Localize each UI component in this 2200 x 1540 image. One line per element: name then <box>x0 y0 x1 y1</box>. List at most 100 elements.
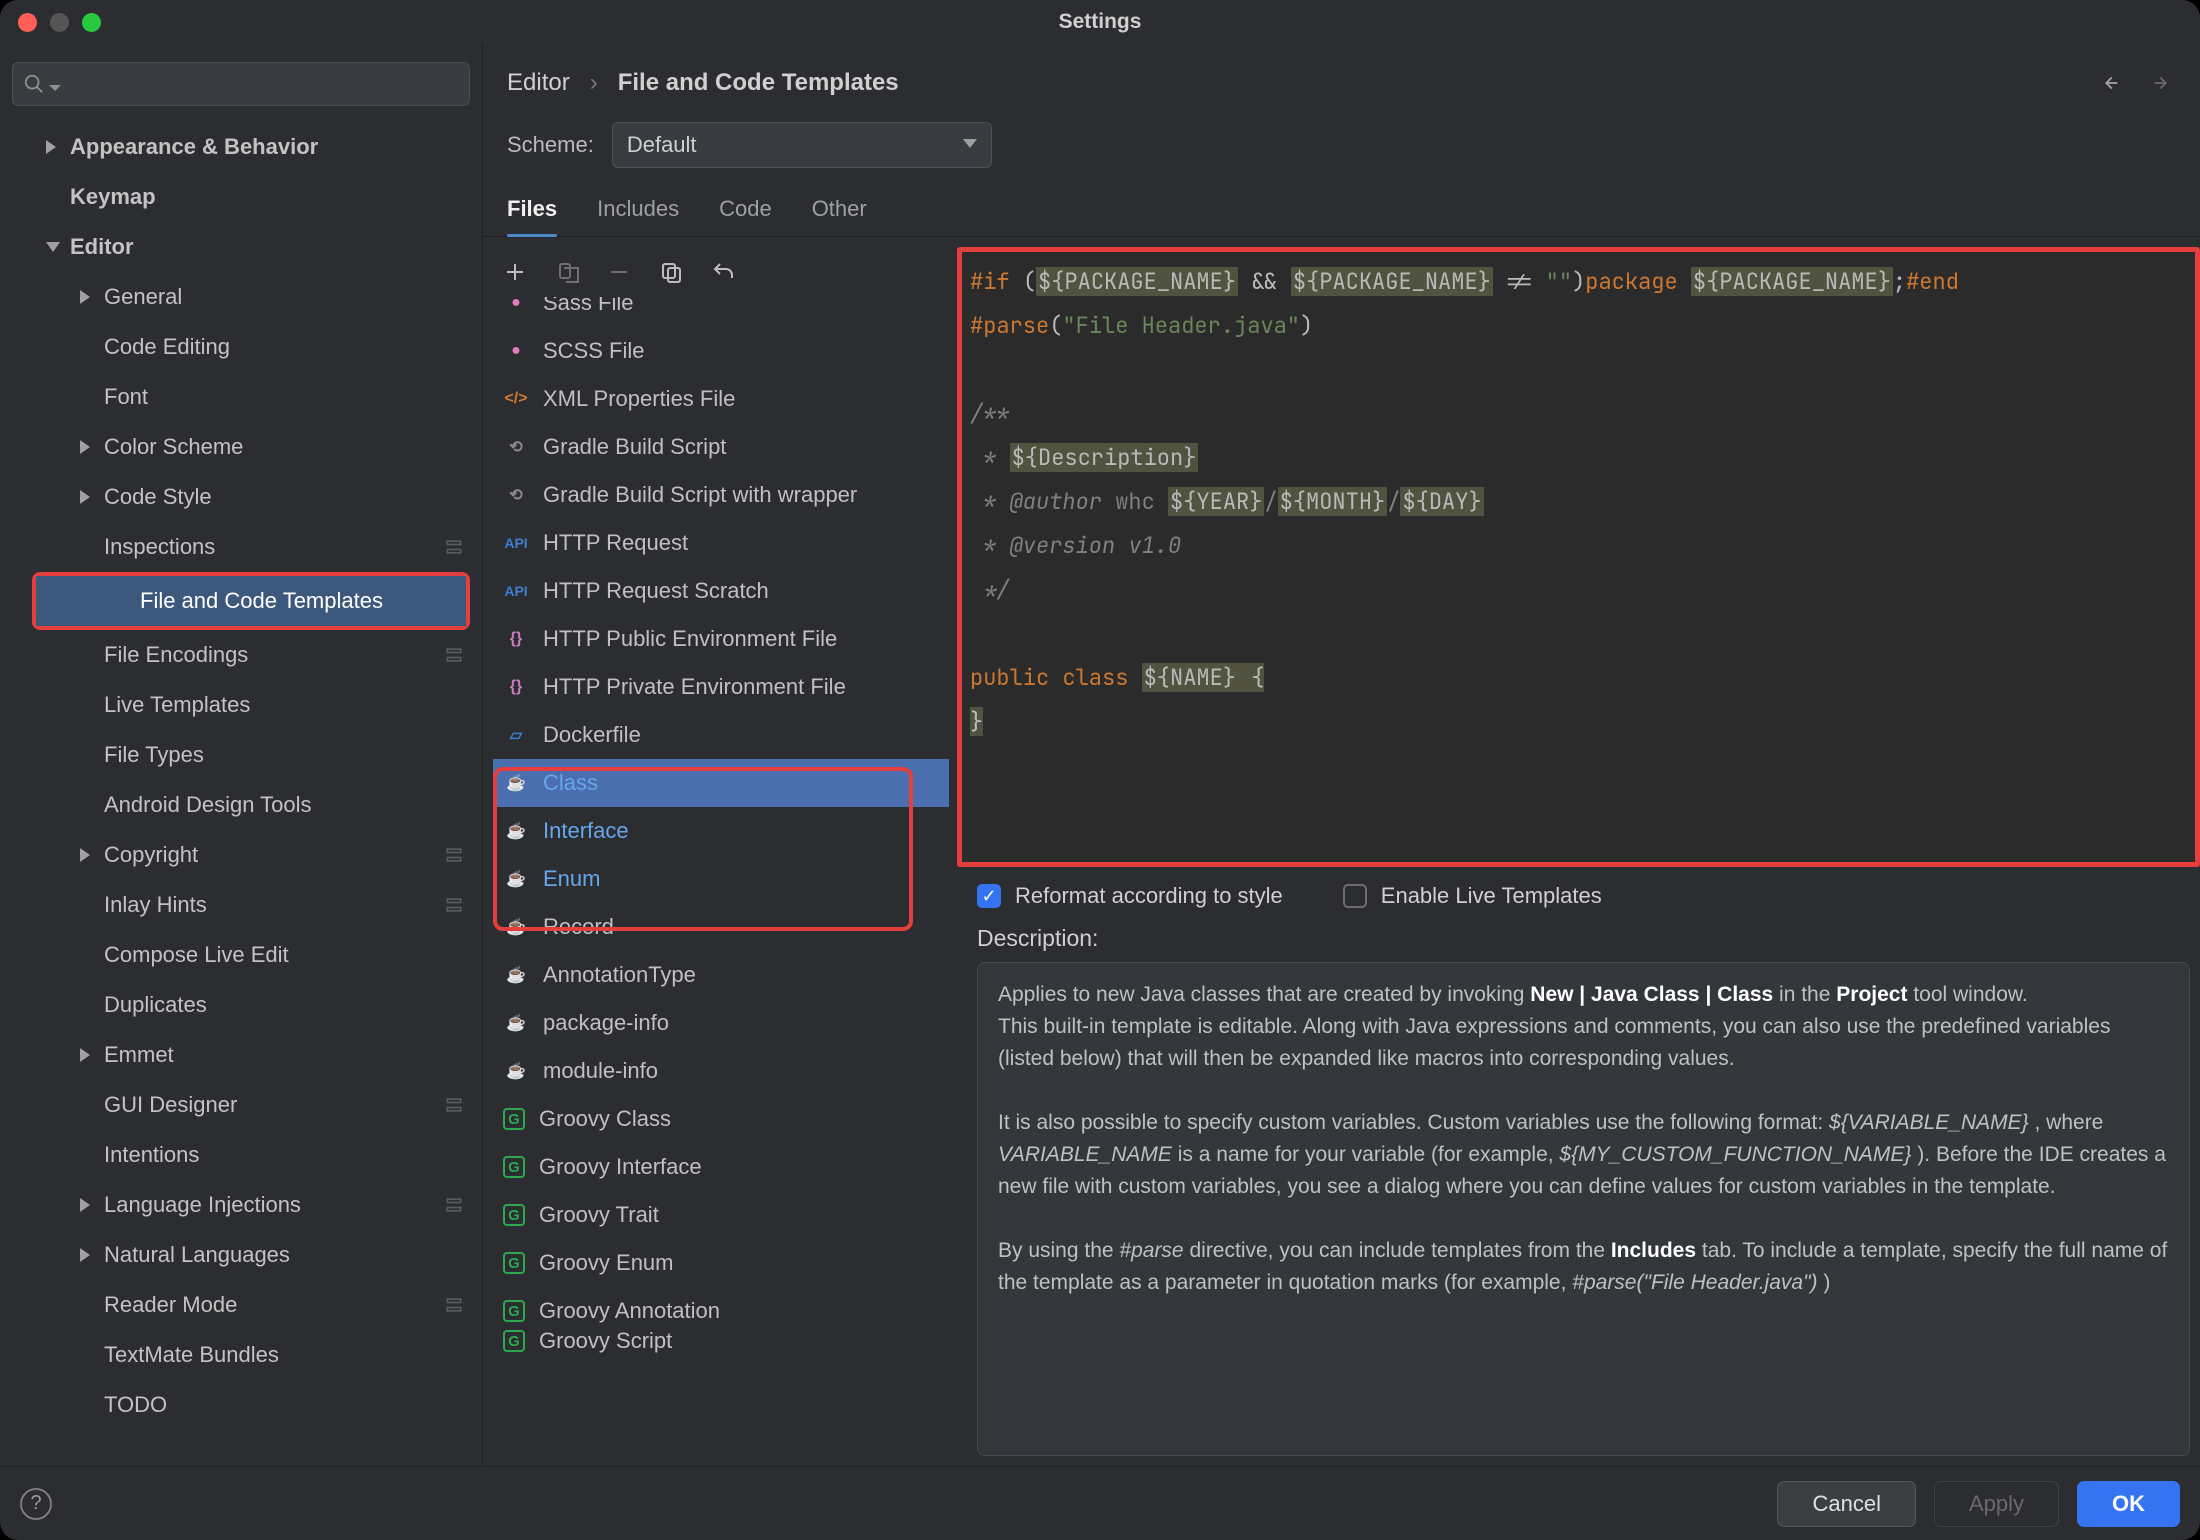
sidebar-item-inspections[interactable]: Inspections <box>0 522 482 572</box>
enable-live-templates-checkbox[interactable]: Enable Live Templates <box>1343 883 1602 909</box>
template-item-package-info[interactable]: ☕package-info <box>493 999 949 1047</box>
sidebar-item-label: Font <box>104 384 482 410</box>
plus-icon[interactable] <box>503 260 527 284</box>
sidebar-item-label: Appearance & Behavior <box>70 134 482 160</box>
template-item-label: AnnotationType <box>543 962 696 988</box>
undo-icon[interactable] <box>711 260 735 284</box>
help-button[interactable]: ? <box>20 1488 52 1520</box>
sidebar-item-appearance-behavior[interactable]: Appearance & Behavior <box>0 122 482 172</box>
forward-icon[interactable] <box>2150 72 2176 94</box>
cup-file-icon: ☕ <box>503 962 529 988</box>
sidebar-item-inlay-hints[interactable]: Inlay Hints <box>0 880 482 930</box>
template-list[interactable]: ●Sass File●SCSS File</>XML Properties Fi… <box>493 297 949 1466</box>
sidebar-item-font[interactable]: Font <box>0 372 482 422</box>
cup-file-icon: ☕ <box>503 818 529 844</box>
template-item-interface[interactable]: ☕Interface <box>493 807 949 855</box>
sidebar-item-live-templates[interactable]: Live Templates <box>0 680 482 730</box>
sidebar-item-file-encodings[interactable]: File Encodings <box>0 630 482 680</box>
template-item-groovy-trait[interactable]: GGroovy Trait <box>493 1191 949 1239</box>
template-item-record[interactable]: ☕Record <box>493 903 949 951</box>
sidebar-item-code-editing[interactable]: Code Editing <box>0 322 482 372</box>
sidebar-item-code-style[interactable]: Code Style <box>0 472 482 522</box>
cancel-button[interactable]: Cancel <box>1777 1481 1915 1527</box>
template-item-dockerfile[interactable]: ▱Dockerfile <box>493 711 949 759</box>
template-item-module-info[interactable]: ☕module-info <box>493 1047 949 1095</box>
template-item-http-request[interactable]: APIHTTP Request <box>493 519 949 567</box>
sidebar-item-natural-languages[interactable]: Natural Languages <box>0 1230 482 1280</box>
sidebar-item-textmate-bundles[interactable]: TextMate Bundles <box>0 1330 482 1380</box>
template-item-groovy-script[interactable]: GGroovy Script <box>493 1317 949 1365</box>
sidebar-item-label: Natural Languages <box>104 1242 482 1268</box>
template-item-label: Record <box>543 914 614 940</box>
footer: ? Cancel Apply OK <box>0 1466 2200 1540</box>
gear-icon <box>444 537 464 557</box>
template-item-gradle-build-script-with-wrapper[interactable]: ⟲Gradle Build Script with wrapper <box>493 471 949 519</box>
sidebar-item-intentions[interactable]: Intentions <box>0 1130 482 1180</box>
tab-includes[interactable]: Includes <box>597 196 679 236</box>
search-icon <box>23 73 45 95</box>
template-item-sass-file[interactable]: ●Sass File <box>493 297 949 327</box>
sidebar-item-language-injections[interactable]: Language Injections <box>0 1180 482 1230</box>
main-panel: Editor › File and Code Templates Scheme:… <box>483 44 2200 1466</box>
settings-tree[interactable]: Appearance & Behavior KeymapEditorGeneral… <box>0 114 482 1466</box>
sidebar-item-file-and-code-templates[interactable]: File and Code Templates <box>36 576 466 626</box>
template-item-gradle-build-script[interactable]: ⟲Gradle Build Script <box>493 423 949 471</box>
sidebar-item-copyright[interactable]: Copyright <box>0 830 482 880</box>
template-item-label: Groovy Class <box>539 1106 671 1132</box>
template-item-http-request-scratch[interactable]: APIHTTP Request Scratch <box>493 567 949 615</box>
sidebar-item-file-types[interactable]: File Types <box>0 730 482 780</box>
breadcrumb-parent[interactable]: Editor <box>507 69 570 97</box>
template-item-enum[interactable]: ☕Enum <box>493 855 949 903</box>
tab-code[interactable]: Code <box>719 196 772 236</box>
sidebar-item-editor[interactable]: Editor <box>0 222 482 272</box>
chevron-right-icon <box>80 490 94 504</box>
template-item-http-private-environment-file[interactable]: {}HTTP Private Environment File <box>493 663 949 711</box>
gear-icon <box>444 1195 464 1215</box>
template-item-http-public-environment-file[interactable]: {}HTTP Public Environment File <box>493 615 949 663</box>
template-item-annotationtype[interactable]: ☕ AnnotationType <box>493 951 949 999</box>
g-file-icon: G <box>503 1156 525 1178</box>
gear-icon <box>444 1295 464 1315</box>
minimize-icon[interactable] <box>50 13 69 32</box>
sidebar-item-duplicates[interactable]: Duplicates <box>0 980 482 1030</box>
reformat-checkbox[interactable]: ✓ Reformat according to style <box>977 883 1283 909</box>
sidebar-item-label: GUI Designer <box>104 1092 444 1118</box>
search-field[interactable] <box>61 72 459 97</box>
template-item-scss-file[interactable]: ●SCSS File <box>493 327 949 375</box>
sidebar-item-compose-live-edit[interactable]: Compose Live Edit <box>0 930 482 980</box>
sidebar-item-keymap[interactable]: Keymap <box>0 172 482 222</box>
template-item-label: Groovy Script <box>539 1328 672 1354</box>
template-item-label: HTTP Private Environment File <box>543 674 846 700</box>
sidebar-item-general[interactable]: General <box>0 272 482 322</box>
chevron-right-icon <box>80 1048 94 1062</box>
template-item-xml-properties-file[interactable]: </>XML Properties File <box>493 375 949 423</box>
sidebar-item-emmet[interactable]: Emmet <box>0 1030 482 1080</box>
tab-files[interactable]: Files <box>507 196 557 236</box>
template-item-groovy-interface[interactable]: GGroovy Interface <box>493 1143 949 1191</box>
sidebar-item-gui-designer[interactable]: GUI Designer <box>0 1080 482 1130</box>
ok-button[interactable]: OK <box>2077 1481 2180 1527</box>
close-icon[interactable] <box>18 13 37 32</box>
pink-file-icon: ● <box>503 338 529 364</box>
zoom-icon[interactable] <box>82 13 101 32</box>
template-item-label: Groovy Annotation <box>539 1298 720 1324</box>
sidebar-item-color-scheme[interactable]: Color Scheme <box>0 422 482 472</box>
apply-button[interactable]: Apply <box>1934 1481 2059 1527</box>
sidebar-item-reader-mode[interactable]: Reader Mode <box>0 1280 482 1330</box>
scheme-select[interactable]: Default <box>612 122 992 168</box>
sidebar-item-todo[interactable]: TODO <box>0 1380 482 1430</box>
search-input[interactable] <box>12 62 470 106</box>
copy-file-icon[interactable] <box>555 260 579 284</box>
template-item-groovy-enum[interactable]: GGroovy Enum <box>493 1239 949 1287</box>
template-item-groovy-class[interactable]: GGroovy Class <box>493 1095 949 1143</box>
template-item-label: HTTP Request Scratch <box>543 578 769 604</box>
template-editor[interactable]: #if (${PACKAGE_NAME} && ${PACKAGE_NAME} … <box>957 247 2200 867</box>
back-icon[interactable] <box>2096 72 2122 94</box>
copy-icon[interactable] <box>659 260 683 284</box>
template-item-class[interactable]: ☕Class <box>493 759 949 807</box>
sidebar-item-android-design-tools[interactable]: Android Design Tools <box>0 780 482 830</box>
reformat-label: Reformat according to style <box>1015 883 1283 909</box>
template-item-label: HTTP Request <box>543 530 688 556</box>
tab-other[interactable]: Other <box>812 196 867 236</box>
minus-icon[interactable] <box>607 260 631 284</box>
